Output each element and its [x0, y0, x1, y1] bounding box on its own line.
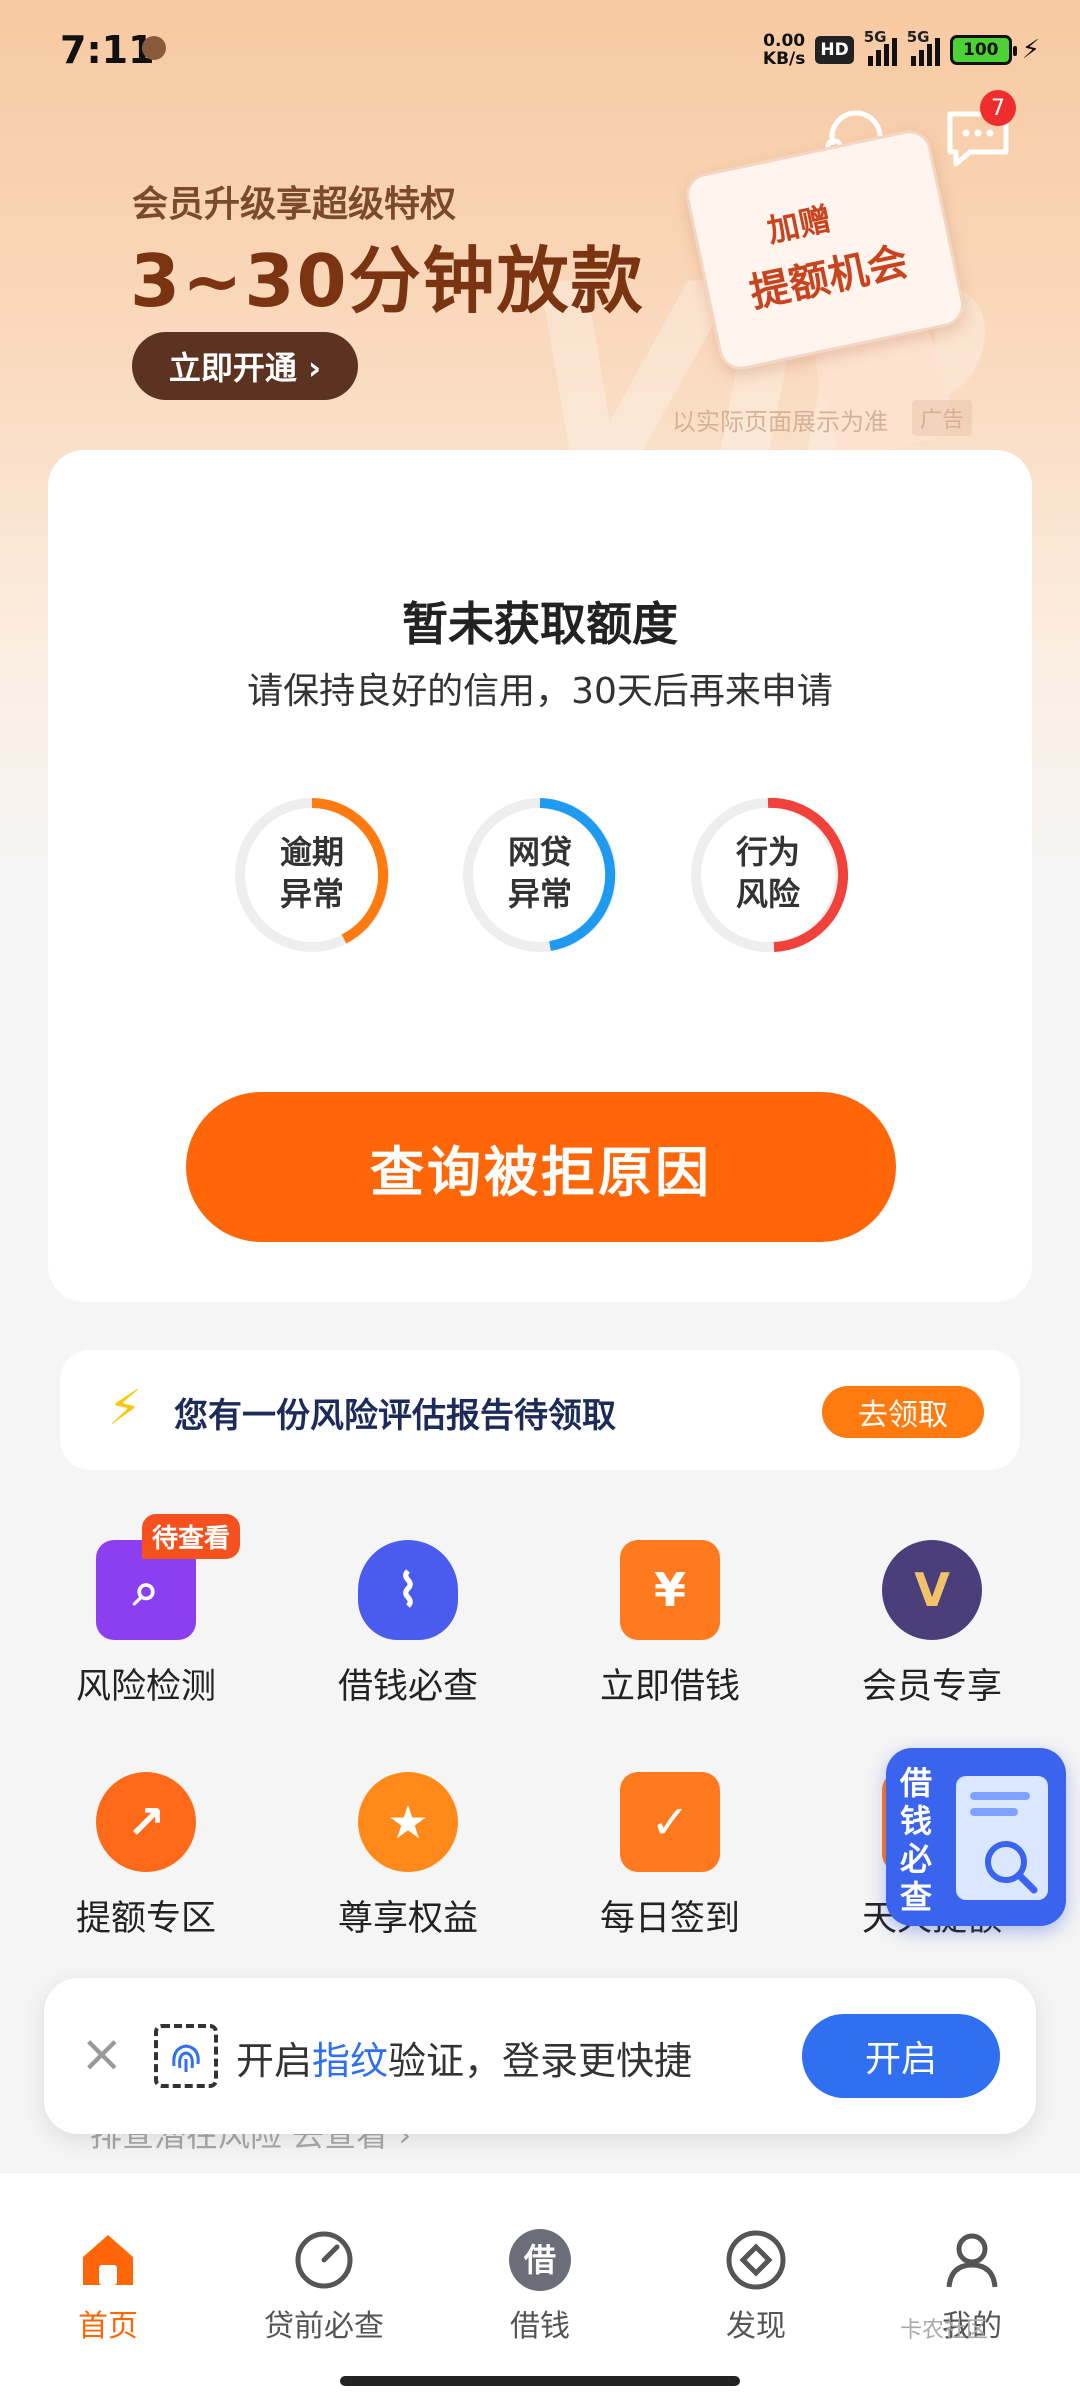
fingerprint-prompt: × 开启指纹验证，登录更快捷 开启	[44, 1978, 1036, 2134]
grid-item-label: 借钱必查	[337, 1667, 478, 1707]
risk-ring-online-loan[interactable]: 网贷 异常	[460, 795, 620, 955]
ring-label-line1: 逾期	[279, 833, 344, 871]
compass-icon	[723, 2227, 789, 2293]
grid-item-label: 立即借钱	[599, 1667, 740, 1707]
hd-icon: HD	[815, 36, 854, 64]
clipboard-check-icon: ✓	[620, 1772, 720, 1872]
open-membership-button[interactable]: 立即开通 ›	[132, 332, 358, 400]
risk-report-banner[interactable]: ⚡ 您有一份风险评估报告待领取 去领取	[60, 1350, 1020, 1470]
ring-label-line2: 风险	[735, 875, 800, 913]
ring-label-line1: 行为	[735, 833, 800, 871]
borrow-icon: 借	[507, 2227, 573, 2293]
credit-status-card: 暂未获取额度 请保持良好的信用，30天后再来申请 逾期 异常 网贷 异常 行为 …	[48, 450, 1032, 1302]
battery-icon: 100	[949, 35, 1017, 65]
promo-card-line1: 加赠	[763, 199, 835, 251]
pending-tag: 待查看	[142, 1514, 241, 1559]
lightning-icon: ⚡	[108, 1380, 142, 1436]
grid-item-label: 提额专区	[75, 1899, 216, 1939]
float-widget-text: 借钱必查	[900, 1764, 933, 1916]
grid-item-vip[interactable]: V 会员专享	[822, 1540, 1042, 1740]
nav-item-home[interactable]: 首页	[0, 2227, 216, 2345]
grid-item-daily-checkin[interactable]: ✓ 每日签到	[560, 1772, 780, 1972]
home-icon	[75, 2227, 141, 2293]
signal-icon: 5G	[864, 28, 897, 66]
net-speed: 0.00 KB/s	[762, 31, 806, 69]
grid-item-raise-limit[interactable]: ↗ 提额专区	[36, 1772, 256, 1972]
grid-item-borrow-now[interactable]: ¥ 立即借钱	[560, 1540, 780, 1740]
trend-up-icon: ↗	[96, 1772, 196, 1872]
grid-item-label: 尊享权益	[337, 1899, 478, 1939]
nav-item-discover[interactable]: 发现	[648, 2227, 864, 2345]
fingerprint-icon	[154, 2024, 218, 2088]
grid-item-borrow-check[interactable]: ⌇ 借钱必查	[298, 1540, 518, 1740]
grid-item-label: 每日签到	[599, 1899, 740, 1939]
status-time: 7:11	[60, 28, 155, 72]
community-watermark: 卡农社区	[900, 2318, 989, 2343]
risk-report-text: 您有一份风险评估报告待领取	[174, 1396, 616, 1436]
close-icon[interactable]: ×	[80, 2024, 124, 2084]
ad-tag: 广告	[912, 400, 973, 436]
app-notification-icon	[142, 36, 166, 60]
ring-label-line2: 异常	[279, 875, 344, 913]
credit-status-subtitle: 请保持良好的信用，30天后再来申请	[247, 671, 833, 712]
query-rejection-reason-button[interactable]: 查询被拒原因	[186, 1092, 896, 1242]
bottom-nav: 首页 贷前必查 借 借钱 发现 我的	[0, 2172, 1080, 2400]
enable-fingerprint-button[interactable]: 开启	[802, 2014, 1000, 2098]
grid-item-label: 会员专享	[861, 1667, 1002, 1707]
profile-icon	[939, 2227, 1005, 2293]
fingerprint-prompt-text: 开启指纹验证，登录更快捷	[236, 2039, 693, 2083]
banner-title: 3~30分钟放款	[130, 239, 645, 323]
medal-icon: ★	[358, 1772, 458, 1872]
status-indicators: 0.00 KB/s HD 5G 5G 100 ⚡	[762, 28, 1040, 70]
message-badge: 7	[980, 90, 1016, 126]
document-search-icon	[956, 1776, 1048, 1900]
grid-item-label: 风险检测	[75, 1667, 216, 1707]
nav-item-precheck[interactable]: 贷前必查	[216, 2227, 432, 2345]
credit-status-title: 暂未获取额度	[402, 597, 678, 651]
shield-pulse-icon: ⌇	[358, 1540, 458, 1640]
signal-icon-2: 5G	[907, 28, 940, 66]
home-indicator[interactable]	[340, 2376, 740, 2386]
charging-icon: ⚡	[1021, 35, 1040, 65]
yen-envelope-icon: ¥	[620, 1540, 720, 1640]
promo-card-line2: 提额机会	[745, 238, 912, 317]
nav-item-borrow[interactable]: 借 借钱	[432, 2227, 648, 2345]
banner-subtitle: 会员升级享超级特权	[132, 184, 457, 225]
ring-label-line1: 网贷	[507, 833, 572, 871]
vip-crown-icon: V	[882, 1540, 982, 1640]
ad-disclaimer: 以实际页面展示为准	[672, 408, 888, 436]
grid-item-risk-check[interactable]: ⌕ 风险检测	[36, 1540, 256, 1740]
svg-text:借: 借	[523, 2241, 556, 2279]
claim-report-button[interactable]: 去领取	[822, 1386, 984, 1438]
grid-item-privileges[interactable]: ★ 尊享权益	[298, 1772, 518, 1972]
risk-ring-behavior[interactable]: 行为 风险	[688, 795, 848, 955]
risk-ring-overdue[interactable]: 逾期 异常	[232, 795, 392, 955]
borrow-check-float-widget[interactable]: 借钱必查	[886, 1748, 1066, 1926]
gauge-icon	[291, 2227, 357, 2293]
status-bar: 7:11 0.00 KB/s HD 5G 5G 100 ⚡	[0, 0, 1080, 100]
ring-label-line2: 异常	[507, 875, 572, 913]
